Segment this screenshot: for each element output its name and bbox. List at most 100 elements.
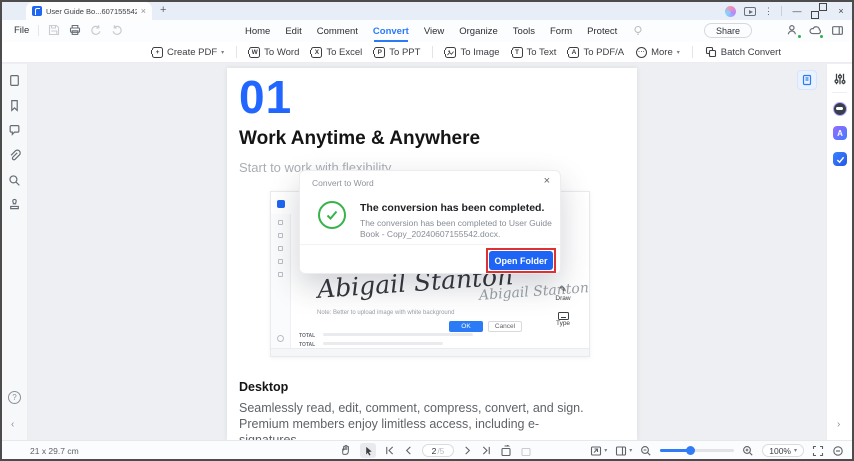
draw-icon: ✎ <box>559 284 567 294</box>
zoom-out-icon[interactable] <box>640 445 652 457</box>
document-tab[interactable]: User Guide Bo...607155542.pdf × <box>26 2 152 20</box>
rotate-right-icon[interactable] <box>520 445 532 457</box>
thumbnail-panel-icon[interactable] <box>8 74 21 87</box>
previous-page-icon[interactable] <box>403 445 414 456</box>
menubar: File Home Edit Comment Convert View Orga… <box>2 20 852 42</box>
menubar-right-icons <box>787 24 844 39</box>
menu-item-tools[interactable]: Tools <box>513 26 535 37</box>
cloud-icon[interactable] <box>809 24 824 39</box>
close-button[interactable]: × <box>834 6 848 16</box>
to-text-button[interactable]: T To Text <box>510 46 557 58</box>
mini-cancel-button: Cancel <box>488 321 522 332</box>
menu-file[interactable]: File <box>14 25 29 36</box>
first-page-icon[interactable] <box>384 445 395 456</box>
to-pdfa-button[interactable]: A To PDF/A <box>567 46 625 58</box>
table-row <box>323 342 443 345</box>
open-folder-button[interactable]: Open Folder <box>489 251 553 270</box>
toggle-toolbar-icon[interactable] <box>831 24 844 37</box>
divider <box>432 46 434 58</box>
create-pdf-icon: + <box>151 46 163 58</box>
stamp-panel-icon[interactable] <box>8 198 21 211</box>
create-pdf-button[interactable]: + Create PDF ▾ <box>151 46 224 58</box>
batch-convert-icon <box>705 46 716 58</box>
sign-icon[interactable] <box>833 152 847 166</box>
select-tool-icon <box>365 446 372 455</box>
page-scroll-widget-icon[interactable] <box>797 70 817 90</box>
tips-bulb-icon[interactable] <box>632 25 644 37</box>
to-text-label: To Text <box>526 46 557 58</box>
tab-title: User Guide Bo...607155542.pdf <box>46 6 137 16</box>
comment-panel-icon[interactable] <box>8 124 21 137</box>
menu-items: Home Edit Comment Convert View Organize … <box>245 20 644 42</box>
to-word-label: To Word <box>264 46 300 58</box>
to-image-button[interactable]: To Image <box>444 46 500 58</box>
collapse-rail-icon[interactable]: ‹ <box>11 419 14 430</box>
new-tab-button[interactable]: + <box>160 4 166 16</box>
to-ppt-label: To PPT <box>389 46 421 58</box>
menu-item-comment[interactable]: Comment <box>317 26 358 37</box>
create-pdf-label: Create PDF <box>167 46 218 58</box>
minimize-button[interactable]: — <box>790 6 804 16</box>
tab-close-icon[interactable]: × <box>141 6 146 16</box>
video-tutorial-icon[interactable] <box>744 6 756 16</box>
zoom-level: 100% <box>769 445 791 456</box>
fit-mode-button[interactable]: ▾ <box>590 445 607 457</box>
save-icon[interactable] <box>48 24 60 36</box>
menu-item-form[interactable]: Form <box>550 26 572 37</box>
zoom-in-icon[interactable] <box>742 445 754 457</box>
dialog-close-icon[interactable]: × <box>544 175 550 187</box>
rotate-left-icon[interactable] <box>500 444 512 457</box>
share-label: Share <box>715 25 740 36</box>
menu-item-home[interactable]: Home <box>245 26 270 37</box>
divider <box>781 6 782 16</box>
dialog-detail: The conversion has been completed to Use… <box>360 218 552 239</box>
page-number-input[interactable]: 2 /5 <box>422 444 454 457</box>
collapse-statusbar-icon[interactable] <box>832 445 844 457</box>
word-icon: W <box>248 46 261 58</box>
attachment-panel-icon[interactable] <box>8 149 21 162</box>
mini-icon <box>278 246 283 251</box>
more-menu-icon[interactable]: ⋮ <box>764 6 773 17</box>
menu-item-protect[interactable]: Protect <box>587 26 617 37</box>
bookmark-panel-icon[interactable] <box>8 99 21 112</box>
last-page-icon[interactable] <box>481 445 492 456</box>
more-button[interactable]: ⋯ More ▾ <box>636 46 680 58</box>
titlebar-controls: ⋮ — × <box>725 2 848 20</box>
right-panel-rail: A › <box>826 64 852 440</box>
menu-item-edit[interactable]: Edit <box>285 26 301 37</box>
statusbar: 21 x 29.7 cm 2 /5 ▾ ▾ 100% ▾ <box>2 440 852 459</box>
menu-item-view[interactable]: View <box>424 26 444 37</box>
next-page-icon[interactable] <box>462 445 473 456</box>
print-icon[interactable] <box>69 24 81 36</box>
menu-item-organize[interactable]: Organize <box>459 26 498 37</box>
ai-assistant-icon[interactable] <box>833 102 847 116</box>
share-button[interactable]: Share <box>703 23 752 38</box>
translate-icon[interactable]: A <box>833 126 847 140</box>
zoom-level-select[interactable]: 100% ▾ <box>762 444 804 457</box>
mini-icon <box>278 233 283 238</box>
select-tool-button[interactable] <box>360 443 376 458</box>
zoom-slider[interactable] <box>660 446 735 455</box>
to-pdfa-label: To PDF/A <box>583 46 625 58</box>
expand-rail-icon[interactable]: › <box>837 419 840 430</box>
undo-icon[interactable] <box>90 24 102 36</box>
collaborate-icon[interactable] <box>787 24 802 39</box>
account-avatar[interactable] <box>725 5 736 17</box>
adjustments-icon[interactable] <box>833 72 847 86</box>
mini-left-rail <box>271 214 291 348</box>
table-row-label: TOTAL <box>299 333 316 339</box>
fullscreen-icon[interactable] <box>812 445 824 457</box>
to-ppt-button[interactable]: P To PPT <box>373 46 421 58</box>
hand-tool-icon[interactable] <box>340 444 352 457</box>
search-icon[interactable] <box>8 174 21 187</box>
zoom-slider-knob[interactable] <box>686 446 696 455</box>
redo-icon[interactable] <box>111 24 123 36</box>
pdfelement-window: User Guide Bo...607155542.pdf × + ⋮ — × … <box>0 0 854 461</box>
help-icon[interactable]: ? <box>8 391 21 404</box>
menu-item-convert[interactable]: Convert <box>373 26 409 42</box>
to-excel-button[interactable]: X To Excel <box>310 46 362 58</box>
batch-convert-button[interactable]: Batch Convert <box>705 46 781 58</box>
page-view-button[interactable]: ▾ <box>615 445 632 457</box>
fit-mode-icon <box>591 445 602 456</box>
to-word-button[interactable]: W To Word <box>248 46 300 58</box>
